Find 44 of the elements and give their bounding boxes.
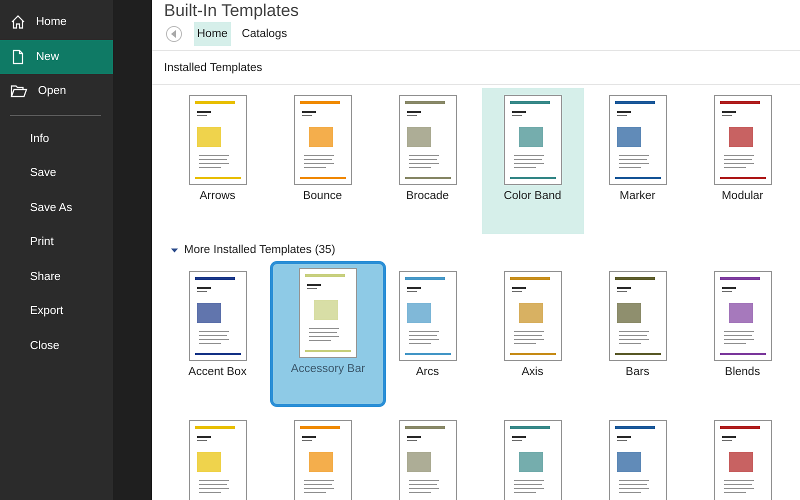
template-label: Accessory Bar bbox=[290, 363, 366, 375]
sidebar-item[interactable]: Save bbox=[0, 156, 113, 190]
sidebar-item[interactable]: Open bbox=[0, 74, 113, 108]
template-tile[interactable]: Blends bbox=[692, 264, 794, 410]
back-arrow-icon bbox=[171, 30, 177, 38]
template-label: Bars bbox=[626, 366, 650, 378]
template-tile[interactable]: Modular bbox=[692, 88, 794, 234]
template-tile[interactable]: Accessory Bar bbox=[270, 261, 386, 407]
home-icon bbox=[10, 14, 26, 30]
template-tile[interactable]: Marker bbox=[586, 88, 688, 234]
template-label: Marker bbox=[620, 190, 656, 202]
template-label: Blends bbox=[724, 366, 760, 378]
template-tile[interactable]: Arrows bbox=[166, 88, 268, 234]
sidebar-item[interactable]: Share bbox=[0, 260, 113, 294]
template-label: Color Band bbox=[504, 190, 562, 202]
back-button[interactable] bbox=[166, 26, 182, 42]
template-label: Accent Box bbox=[188, 366, 247, 378]
page-title: Built-In Templates bbox=[163, 0, 300, 21]
blank-page-icon bbox=[10, 48, 26, 65]
template-tile[interactable]: Accent Box bbox=[166, 264, 268, 410]
section-heading: Installed Templates bbox=[164, 62, 262, 74]
nav-tab[interactable]: Home bbox=[194, 22, 231, 46]
template-tile[interactable]: Brocade bbox=[376, 88, 478, 234]
template-label: Arcs bbox=[416, 366, 439, 378]
sidebar-item[interactable]: Export bbox=[0, 294, 113, 328]
nav-tab[interactable]: Catalogs bbox=[238, 22, 290, 46]
sidebar-item[interactable]: Info bbox=[0, 122, 113, 156]
template-tile[interactable]: Bars bbox=[586, 264, 688, 410]
template-label: Bounce bbox=[302, 190, 342, 202]
sidebar-item[interactable]: Print bbox=[0, 225, 113, 260]
section-toggle[interactable]: More Installed Templates (35) bbox=[164, 244, 336, 256]
caret-down-icon bbox=[171, 246, 178, 254]
folder-icon bbox=[10, 83, 28, 100]
template-tile[interactable]: Color Band bbox=[482, 88, 584, 234]
sidebar-item[interactable]: Save As bbox=[0, 190, 113, 225]
template-label: Axis bbox=[522, 366, 544, 378]
sidebar-item[interactable]: Close bbox=[0, 328, 113, 363]
sidebar-item[interactable]: New bbox=[0, 40, 113, 74]
sidebar-item[interactable]: Home bbox=[0, 5, 113, 40]
template-tile[interactable]: Bounce bbox=[272, 88, 374, 234]
template-label: Arrows bbox=[200, 190, 236, 202]
template-label: Brocade bbox=[406, 190, 449, 202]
template-label: Modular bbox=[722, 190, 764, 202]
template-tile[interactable]: Axis bbox=[482, 264, 584, 410]
